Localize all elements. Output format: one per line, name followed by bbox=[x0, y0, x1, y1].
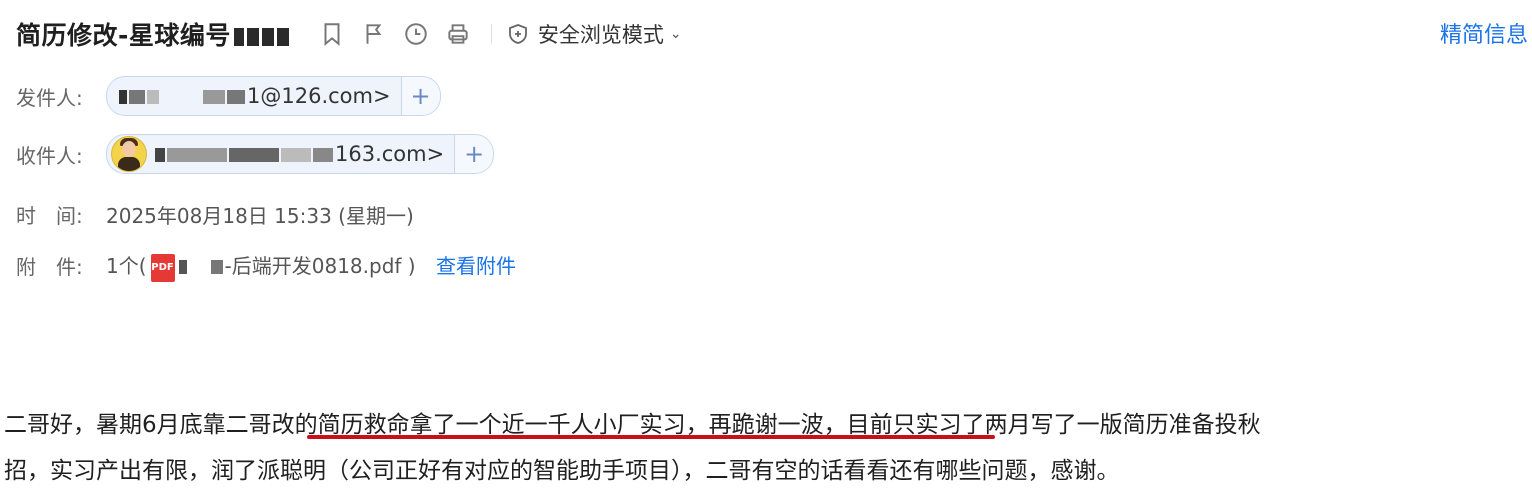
body-line: 二哥好，暑期6月底靠二哥改的简历救命拿了一个近一千人小厂实习，再跪谢一波，目前只… bbox=[4, 412, 1261, 438]
redacted-block bbox=[313, 148, 333, 162]
redacted-block bbox=[210, 260, 223, 274]
toolbar-divider bbox=[490, 24, 492, 44]
attachment-value: 1个(PDF -后端开发0818.pdf ) 查看附件 bbox=[106, 250, 516, 282]
email-toolbar: 安全浏览模式 ⌄ bbox=[317, 19, 682, 49]
redacted-block bbox=[178, 260, 187, 274]
sender-address: 1@126.com> bbox=[119, 84, 401, 108]
attachment-row: 附 件: 1个(PDF -后端开发0818.pdf ) 查看附件 bbox=[16, 250, 516, 282]
redacted-block bbox=[167, 148, 227, 162]
add-contact-button[interactable]: + bbox=[400, 77, 440, 115]
sent-time: 2025年08月18日 15:33 (星期一) bbox=[106, 204, 414, 228]
attachment-label: 附 件: bbox=[16, 255, 83, 280]
flag-icon[interactable] bbox=[359, 19, 389, 49]
from-row: 发件人: 1@126.com> + bbox=[16, 76, 441, 116]
to-row: 收件人: 163.com> + bbox=[16, 134, 495, 174]
redacted-block bbox=[161, 90, 201, 104]
red-underline-annotation bbox=[307, 435, 995, 439]
time-row: 时 间: 2025年08月18日 15:33 (星期一) bbox=[16, 200, 414, 229]
redacted-block bbox=[281, 148, 311, 162]
avatar-face bbox=[122, 141, 136, 157]
time-label: 时 间: bbox=[16, 204, 83, 228]
redacted-block bbox=[147, 90, 159, 104]
safe-mode-dropdown[interactable]: 安全浏览模式 ⌄ bbox=[506, 19, 682, 49]
avatar bbox=[111, 136, 147, 172]
redacted-block bbox=[276, 28, 289, 46]
body-line: 招，实习产出有限，润了派聪明（公司正好有对应的智能助手项目），二哥有空的话看看还… bbox=[4, 458, 1120, 484]
chevron-down-icon: ⌄ bbox=[669, 26, 682, 42]
email-body: 二哥好，暑期6月底靠二哥改的简历救命拿了一个近一千人小厂实习，再跪谢一波，目前只… bbox=[4, 402, 1528, 494]
subject-row: 简历修改-星球编号 安全浏览模式 ⌄ bbox=[16, 14, 1532, 54]
redacted-block bbox=[246, 28, 259, 46]
redacted-block bbox=[227, 90, 245, 104]
brief-info-link[interactable]: 精简信息 bbox=[1440, 17, 1528, 49]
recipient-address: 163.com> bbox=[155, 142, 454, 166]
sender-address-text: 1@126.com> bbox=[247, 84, 391, 108]
recipient-address-text: 163.com> bbox=[335, 142, 445, 166]
safe-mode-label: 安全浏览模式 bbox=[537, 23, 664, 47]
redacted-block bbox=[261, 28, 274, 46]
from-label: 发件人: bbox=[16, 85, 83, 110]
recipient-chip[interactable]: 163.com> + bbox=[106, 134, 495, 174]
redacted-block bbox=[229, 148, 279, 162]
redacted-block bbox=[119, 90, 127, 104]
pdf-file-icon: PDF bbox=[150, 253, 175, 282]
to-label: 收件人: bbox=[16, 143, 83, 168]
sender-chip[interactable]: 1@126.com> + bbox=[106, 76, 441, 116]
redacted-block bbox=[233, 28, 244, 46]
attachment-close-paren: ) bbox=[407, 254, 416, 278]
redacted-block bbox=[155, 148, 165, 162]
shield-icon bbox=[508, 24, 527, 44]
attachment-filename[interactable]: -后端开发0818.pdf bbox=[225, 254, 402, 278]
add-contact-button[interactable]: + bbox=[454, 135, 494, 173]
view-attachment-link[interactable]: 查看附件 bbox=[436, 254, 516, 278]
email-subject: 简历修改-星球编号 bbox=[16, 16, 289, 52]
avatar-body bbox=[118, 157, 140, 171]
attachment-count: 1个( bbox=[106, 254, 147, 278]
bookmark-icon[interactable] bbox=[317, 19, 347, 49]
redacted-block bbox=[203, 90, 225, 104]
redacted-block bbox=[129, 90, 145, 104]
redacted-block bbox=[188, 260, 209, 274]
print-icon[interactable] bbox=[443, 19, 473, 49]
subject-text: 简历修改-星球编号 bbox=[16, 21, 231, 50]
clock-icon[interactable] bbox=[401, 19, 431, 49]
